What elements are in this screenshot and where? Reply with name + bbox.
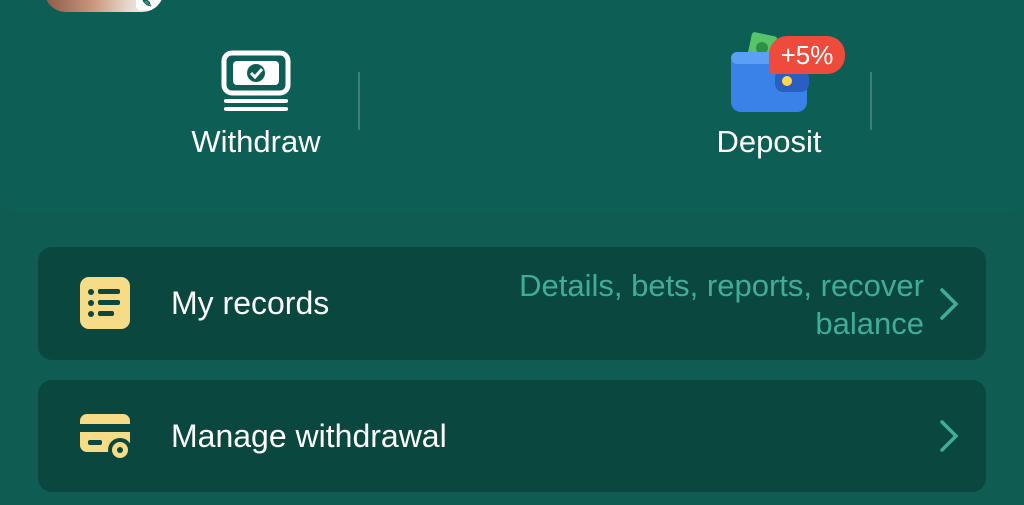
deposit-button[interactable]: +5% Deposit	[699, 32, 845, 196]
chevron-right-icon	[940, 288, 959, 320]
avatar[interactable]: ✎	[44, 0, 164, 12]
my-records-item[interactable]: My records Details, bets, reports, recov…	[38, 247, 986, 360]
withdraw-button[interactable]: Withdraw	[186, 44, 326, 196]
divider	[358, 72, 360, 130]
list-icon	[80, 277, 130, 329]
card-gear-icon	[80, 414, 132, 462]
manage-withdrawal-title: Manage withdrawal	[171, 418, 447, 454]
my-records-title: My records	[171, 285, 330, 321]
chevron-right-icon	[940, 420, 959, 452]
avatar-badge-icon: ✎	[136, 0, 158, 10]
withdraw-label: Withdraw	[191, 124, 321, 159]
wallet-actions-panel: ✎ Withdraw +5% Deposit	[0, 0, 1024, 213]
divider	[870, 72, 872, 130]
deposit-label: Deposit	[716, 124, 822, 159]
my-records-subtitle: Details, bets, reports, recover balance	[519, 268, 924, 341]
manage-withdrawal-item[interactable]: Manage withdrawal	[38, 380, 986, 492]
cash-check-icon	[221, 50, 291, 111]
deposit-bonus-badge: +5%	[769, 36, 845, 74]
